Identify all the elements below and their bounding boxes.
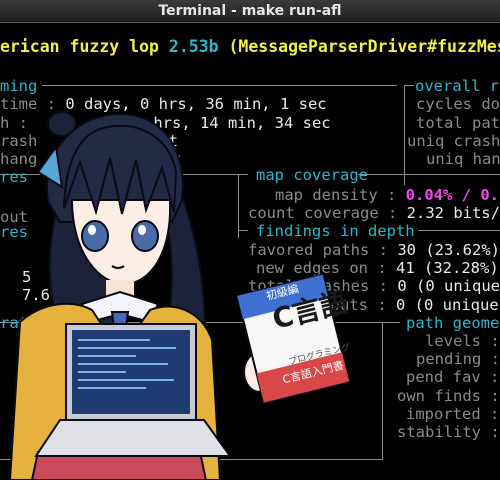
anime-girl-illustration	[8, 111, 351, 480]
window-title: Terminal - make run-afl	[158, 3, 342, 19]
window-titlebar: Terminal - make run-afl	[0, 0, 500, 23]
terminal-area: erican fuzzy lop 2.53b (MessageParserDri…	[0, 22, 500, 480]
